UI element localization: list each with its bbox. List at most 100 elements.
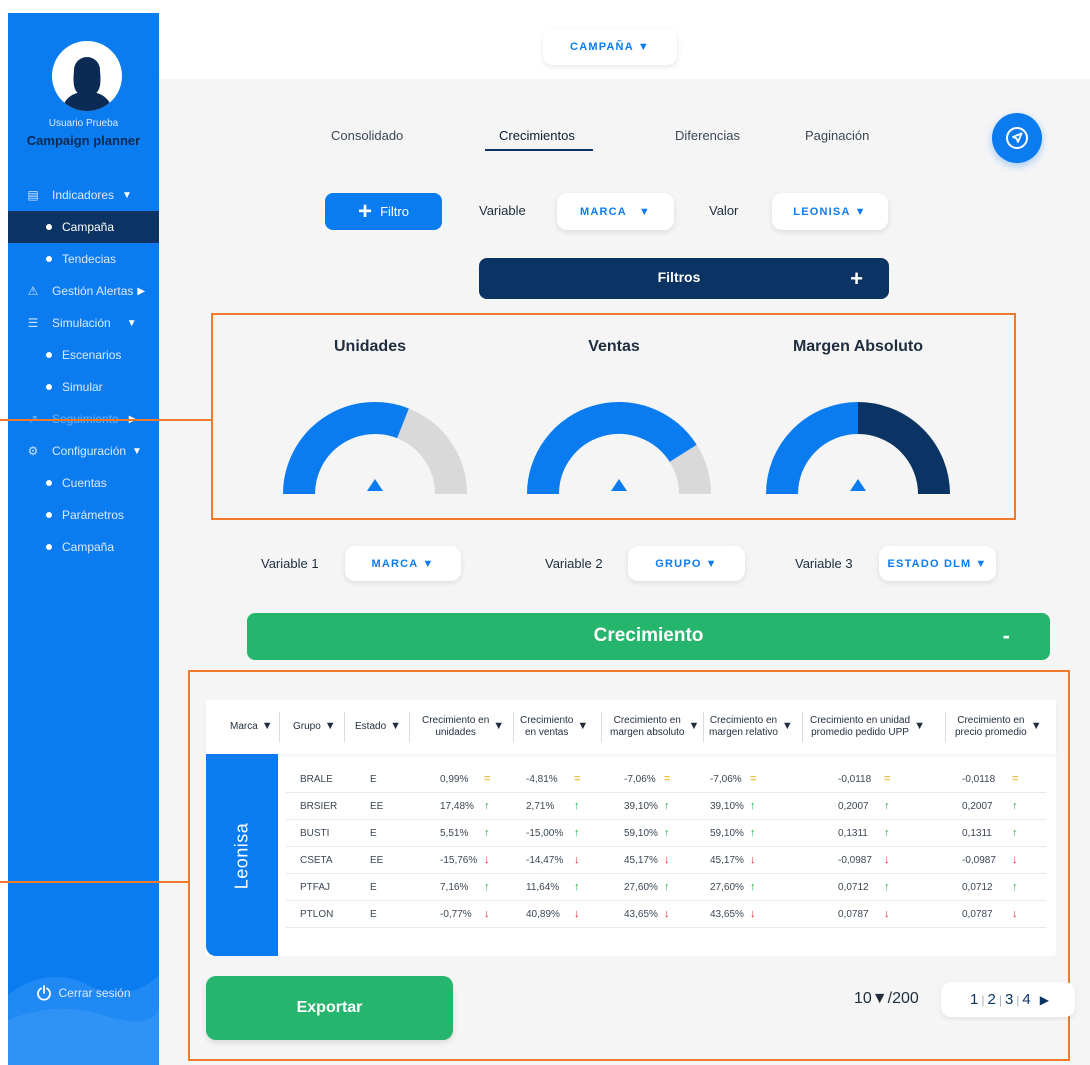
page-link[interactable]: 2 xyxy=(984,991,998,1008)
navigate-button[interactable] xyxy=(992,113,1042,163)
column-header-marca[interactable]: Marca ▼ xyxy=(230,700,273,754)
table-row[interactable]: BRALE E 0,99% = -4,81% = -7,06% = -7,06% = -0,0118… xyxy=(286,766,1046,793)
gauge-ventas xyxy=(527,402,711,495)
tab-paginacion[interactable]: Paginación xyxy=(805,128,869,143)
bullet-icon xyxy=(46,384,52,390)
sidebar-nav: ▤ Indicadores ▼ Campaña Tendecias ⚠ Gest… xyxy=(8,179,159,563)
bullet-icon xyxy=(46,352,52,358)
equal-icon: = xyxy=(1012,773,1019,785)
column-header-crecimiento-precio[interactable]: Crecimiento en precio promedio ▼ xyxy=(955,700,1051,754)
tab-consolidado[interactable]: Consolidado xyxy=(331,128,403,143)
table-cell: 39,10% xyxy=(624,801,658,812)
variable-3-dropdown[interactable]: ESTADO DLM ▼ xyxy=(879,546,996,581)
add-filter-button[interactable]: + Filtro xyxy=(325,193,442,230)
table-row[interactable]: PTLON E -0,77% ↓ 40,89% ↓ 43,65% ↓ 43,65% ↓ 0,0787… xyxy=(286,901,1046,928)
campaign-dropdown[interactable]: CAMPAÑA ▼ xyxy=(543,29,677,65)
variable-label: Variable xyxy=(479,203,526,218)
arrow-up-icon: ↑ xyxy=(574,881,580,893)
arrow-down-icon: ↓ xyxy=(884,908,890,920)
logout-button[interactable]: Cerrar sesión xyxy=(8,985,159,1001)
equal-icon: = xyxy=(484,773,491,785)
table-cell: 39,10% xyxy=(710,801,744,812)
table-cell: E xyxy=(370,909,377,920)
user-silhouette-icon xyxy=(62,57,112,111)
sidebar-item-label: Gestión Alertas xyxy=(52,284,134,298)
gauge-track xyxy=(396,408,467,495)
table-cell: -4,81% xyxy=(526,774,558,785)
table-row[interactable]: BRSIER EE 17,48% ↑ 2,71% ↑ 39,10% ↑ 39,10% ↑ 0,200… xyxy=(286,793,1046,820)
sidebar-item-escenarios[interactable]: Escenarios xyxy=(8,339,159,371)
table-cell: -0,0118 xyxy=(838,774,872,785)
variable-2-label: Variable 2 xyxy=(545,556,603,571)
arrow-up-icon: ↑ xyxy=(1012,827,1018,839)
table-cell: 0,2007 xyxy=(962,801,993,812)
avatar[interactable] xyxy=(52,41,122,111)
gauge-track xyxy=(857,402,950,495)
variable-2-dropdown[interactable]: GRUPO ▼ xyxy=(628,546,745,581)
table-cell: 0,0712 xyxy=(838,882,869,893)
gauge-value-arc xyxy=(283,402,409,495)
arrow-down-icon: ↓ xyxy=(1012,908,1018,920)
table-row[interactable]: BUSTI E 5,51% ↑ -15,00% ↑ 59,10% ↑ 59,10% ↑ 0,1311… xyxy=(286,820,1046,847)
value-dropdown[interactable]: LEONISA ▼ xyxy=(772,193,888,230)
sidebar-item-indicadores[interactable]: ▤ Indicadores ▼ xyxy=(8,179,159,211)
sort-caret-icon: ▼ xyxy=(324,720,336,733)
column-header-crecimiento-margen-absoluto[interactable]: Crecimiento en margen absoluto ▼ xyxy=(610,700,704,754)
variable-dropdown[interactable]: MARCA ▼ xyxy=(557,193,674,230)
page-link[interactable]: 3 xyxy=(1002,991,1016,1008)
export-button[interactable]: Exportar xyxy=(206,976,453,1040)
bullet-icon xyxy=(46,512,52,518)
growth-section-toggle[interactable]: Crecimiento - xyxy=(247,613,1050,660)
table-header: Marca ▼ Grupo ▼ Estado ▼ Crecimiento en uni… xyxy=(206,700,1056,754)
arrow-up-icon: ↑ xyxy=(1012,881,1018,893)
arrow-up-icon: ↑ xyxy=(484,827,490,839)
table-cell: -0,0118 xyxy=(962,774,996,785)
page-size-selector[interactable]: 10▼/200 xyxy=(854,990,919,1008)
sidebar-item-label: Tendecias xyxy=(62,252,117,266)
page-link[interactable]: 1 xyxy=(967,991,981,1008)
bullet-icon xyxy=(46,224,52,230)
table-cell: 11,64% xyxy=(526,882,560,893)
arrow-down-icon: ↓ xyxy=(750,854,756,866)
column-header-estado[interactable]: Estado ▼ xyxy=(355,700,401,754)
sidebar-item-campana-config[interactable]: Campaña xyxy=(8,531,159,563)
variable-1-value: MARCA xyxy=(371,557,419,570)
column-header-grupo[interactable]: Grupo ▼ xyxy=(293,700,336,754)
sidebar-item-parametros[interactable]: Parámetros xyxy=(8,499,159,531)
bullet-icon xyxy=(46,480,52,486)
brand-group-label: Leonisa xyxy=(206,754,278,956)
equal-icon: = xyxy=(884,773,891,785)
arrow-down-icon: ↓ xyxy=(664,854,670,866)
variable-1-dropdown[interactable]: MARCA ▼ xyxy=(345,546,461,581)
next-page-icon[interactable]: ▶ xyxy=(1040,993,1049,1007)
sidebar-item-cuentas[interactable]: Cuentas xyxy=(8,467,159,499)
chevron-down-icon: ▼ xyxy=(122,189,132,201)
caret-down-icon: ▼ xyxy=(637,41,650,53)
page-link[interactable]: 4 xyxy=(1019,991,1033,1008)
sidebar-item-label: Simular xyxy=(62,380,103,394)
table-cell: 0,2007 xyxy=(838,801,869,812)
tab-crecimientos[interactable]: Crecimientos xyxy=(499,128,575,143)
sidebar-item-campana[interactable]: Campaña xyxy=(8,211,159,243)
table-cell: EE xyxy=(370,855,384,866)
sidebar-item-tendecias[interactable]: Tendecias xyxy=(8,243,159,275)
sidebar-item-simular[interactable]: Simular xyxy=(8,371,159,403)
table-row[interactable]: PTFAJ E 7,16% ↑ 11,64% ↑ 27,60% ↑ 27,60% ↑ 0,0712 ↑… xyxy=(286,874,1046,901)
column-header-crecimiento-upp[interactable]: Crecimiento en unidad promedio pedido UP… xyxy=(810,700,933,754)
table-cell: 17,48% xyxy=(440,801,474,812)
table-cell: 5,51% xyxy=(440,828,469,839)
sidebar-item-configuracion[interactable]: ⚙ Configuración ▼ xyxy=(8,435,159,467)
arrow-up-icon: ↑ xyxy=(884,800,890,812)
table-cell: -0,77% xyxy=(440,909,472,920)
sidebar-item-simulacion[interactable]: ☰ Simulación ▼ xyxy=(8,307,159,339)
table-cell: 7,16% xyxy=(440,882,469,893)
column-header-crecimiento-unidades[interactable]: Crecimiento en unidades ▼ xyxy=(422,700,508,754)
table-cell: 0,0712 xyxy=(962,882,993,893)
column-header-crecimiento-ventas[interactable]: Crecimiento en ventas ▼ xyxy=(520,700,594,754)
column-header-crecimiento-margen-relativo[interactable]: Crecimiento en margen relativo ▼ xyxy=(709,700,800,754)
table-row[interactable]: CSETA EE -15,76% ↓ -14,47% ↓ 45,17% ↓ 45,17% ↓ -0,… xyxy=(286,847,1046,874)
filters-panel-toggle[interactable]: Filtros + xyxy=(479,258,889,299)
arrow-up-icon: ↑ xyxy=(750,881,756,893)
sidebar-item-gestion-alertas[interactable]: ⚠ Gestión Alertas ▶ xyxy=(8,275,159,307)
tab-diferencias[interactable]: Diferencias xyxy=(675,128,740,143)
